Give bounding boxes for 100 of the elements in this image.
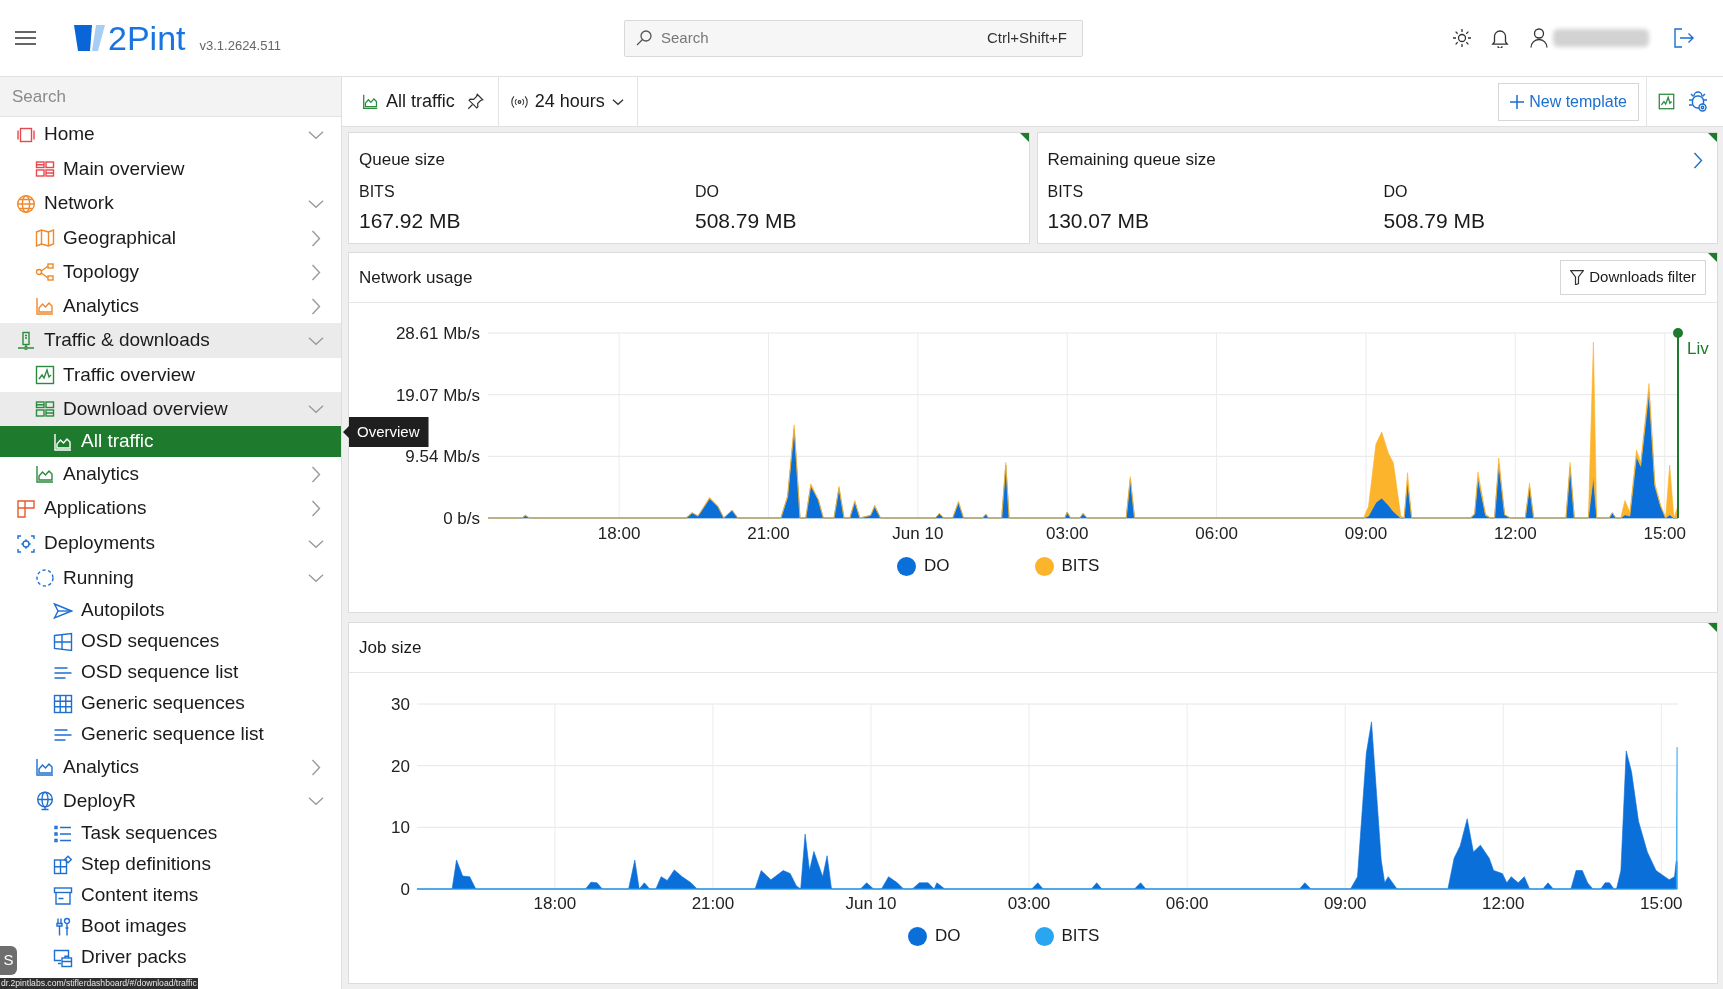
sidebar-item[interactable]: Deployments — [16, 526, 341, 561]
axis-label: 06:00 — [1195, 524, 1238, 543]
axis-label: 03:00 — [1007, 894, 1051, 913]
chevron-right-icon[interactable] — [1693, 151, 1703, 169]
dashed-circle-icon — [35, 568, 55, 588]
sidebar-item[interactable]: Traffic overview — [35, 358, 341, 392]
shortcut-hint: Ctrl+Shift+F — [986, 27, 1067, 48]
axis-label: 10 — [391, 818, 410, 838]
chevron-down-icon[interactable] — [308, 573, 324, 583]
chevron-right-icon[interactable] — [311, 465, 321, 483]
metric-label: BITS — [359, 182, 395, 202]
legend-label[interactable]: BITS — [1061, 553, 1100, 579]
legend-label[interactable]: BITS — [1061, 923, 1100, 949]
sidebar-item[interactable]: OSD sequence list — [53, 657, 341, 688]
sidebar-item[interactable]: Download overview — [0, 392, 341, 426]
sidebar-item[interactable]: All traffic — [0, 426, 341, 457]
metric-value: 167.92 MB — [359, 208, 461, 234]
sidebar-item[interactable]: Step definitions — [53, 849, 341, 880]
sidebar-item[interactable]: Topology — [35, 255, 341, 289]
gear-frame-icon — [16, 533, 36, 554]
sidebar-item[interactable]: Geographical — [35, 221, 341, 255]
bug-gear-icon[interactable] — [1688, 90, 1708, 113]
legend-label[interactable]: DO — [935, 923, 961, 949]
archive-box-icon — [53, 885, 73, 906]
axis-label: Jun 10 — [892, 524, 944, 543]
logout-icon[interactable] — [1674, 28, 1694, 48]
chevron-down-icon[interactable] — [308, 404, 324, 414]
axis-label: 18:00 — [533, 894, 577, 913]
chevron-right-icon[interactable] — [311, 297, 321, 315]
axis-label: 03:00 — [1045, 524, 1089, 543]
sidebar-item[interactable]: Home — [16, 117, 341, 152]
sidebar-item[interactable]: Analytics — [35, 289, 341, 323]
axis-label: 21:00 — [747, 524, 790, 543]
chevron-down-icon[interactable] — [308, 335, 324, 346]
card-title: Queue size — [359, 149, 445, 172]
sidebar-item[interactable]: OSD sequences — [53, 626, 341, 657]
chevron-right-icon[interactable] — [311, 758, 321, 776]
panels-icon — [16, 498, 36, 519]
map-icon — [35, 228, 55, 248]
dashboard-icon — [35, 399, 55, 419]
chevron-down-icon[interactable] — [308, 129, 324, 140]
axis-label: 0 — [400, 880, 410, 899]
chevron-right-icon[interactable] — [311, 263, 321, 281]
search-icon — [636, 30, 652, 46]
sidebar-item[interactable]: Main overview — [35, 152, 341, 186]
sidebar-item[interactable]: Autopilots — [53, 595, 341, 626]
sidebar-item[interactable]: Content items — [53, 880, 341, 911]
axis-label: 28.61 Mb/s — [395, 324, 480, 343]
downloads-filter-button[interactable]: Downloads filter — [1560, 260, 1706, 295]
sidebar-item[interactable]: Task sequences — [53, 818, 341, 849]
sidebar-item[interactable]: Applications — [16, 491, 341, 526]
sidebar-item[interactable]: Analytics — [35, 457, 341, 491]
search-field[interactable]: Search — [0, 77, 341, 117]
sidebar-item[interactable]: Network — [16, 186, 341, 221]
search-box[interactable]: Search Ctrl+Shift+F — [624, 19, 1083, 57]
pin-icon[interactable] — [466, 93, 484, 110]
sidebar-item[interactable]: Generic sequences — [53, 688, 341, 719]
card-title: Job size — [359, 636, 422, 659]
chevron-right-icon[interactable] — [311, 500, 321, 517]
tooltip: Overview — [343, 417, 429, 447]
legend-label[interactable]: DO — [924, 553, 950, 579]
axis-label: 21:00 — [691, 894, 735, 913]
globe-icon — [16, 193, 36, 214]
menu-icon[interactable] — [15, 31, 36, 45]
sidebar-item[interactable]: Running — [35, 561, 341, 595]
chevron-down-icon[interactable] — [308, 198, 324, 209]
plus-icon — [1510, 94, 1525, 109]
line-chart-icon[interactable] — [1658, 93, 1675, 110]
tools-icon — [53, 916, 73, 937]
sidebar-item[interactable]: Traffic & downloads — [0, 323, 341, 358]
sidebar-item[interactable]: Analytics — [35, 750, 341, 784]
chevron-right-icon[interactable] — [311, 229, 321, 247]
nodes-icon — [35, 262, 55, 282]
corner-marker-icon — [1708, 623, 1717, 632]
metric-value: 508.79 MB — [695, 208, 797, 234]
sidebar-item[interactable]: DeployR — [35, 784, 341, 818]
chevron-down-icon[interactable] — [308, 796, 324, 806]
metric-label: DO — [695, 182, 719, 202]
time-range-dropdown[interactable]: 24 hours — [498, 77, 638, 126]
sidebar-item[interactable]: Generic sequence list — [53, 719, 341, 750]
server-icon — [16, 330, 36, 351]
area-chart-icon — [53, 431, 73, 452]
sidebar-item[interactable]: Boot images — [53, 911, 341, 942]
axis-label: 30 — [391, 695, 410, 714]
window-panes-icon — [53, 631, 73, 652]
blocks-icon — [53, 854, 73, 875]
sidebar-item[interactable]: Driver packs — [53, 942, 341, 973]
sun-icon[interactable] — [1452, 28, 1472, 48]
bell-icon[interactable] — [1491, 28, 1509, 48]
search-input[interactable]: Search — [661, 26, 987, 50]
metric-label: BITS — [1047, 182, 1084, 202]
metric-value: 508.79 MB — [1383, 208, 1486, 234]
new-template-button[interactable]: New template — [1498, 82, 1639, 121]
chevron-down-icon[interactable] — [308, 538, 324, 549]
metric-label: DO — [1383, 182, 1408, 202]
axis-label: 12:00 — [1494, 524, 1537, 543]
side-tab[interactable]: S — [0, 946, 17, 975]
axis-label: 12:00 — [1482, 894, 1525, 913]
user-icon[interactable] — [1530, 28, 1548, 48]
area-chart-icon — [35, 296, 55, 316]
